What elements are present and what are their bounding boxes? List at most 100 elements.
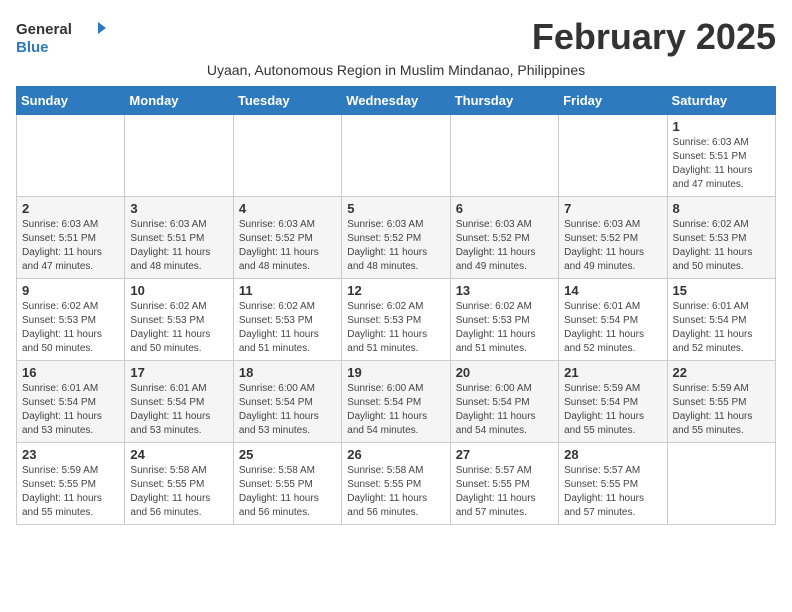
day-info: Sunrise: 6:00 AMSunset: 5:54 PMDaylight:…: [347, 382, 444, 438]
day-number: 15: [673, 283, 770, 298]
day-number: 4: [239, 201, 336, 216]
svg-text:Blue: Blue: [16, 39, 49, 56]
day-info: Sunrise: 5:59 AMSunset: 5:55 PMDaylight:…: [673, 382, 770, 438]
day-number: 8: [673, 201, 770, 216]
calendar-cell: 11 Sunrise: 6:02 AMSunset: 5:53 PMDaylig…: [233, 279, 341, 361]
day-number: 14: [564, 283, 661, 298]
day-info: Sunrise: 6:02 AMSunset: 5:53 PMDaylight:…: [130, 300, 227, 356]
calendar-cell: 25 Sunrise: 5:58 AMSunset: 5:55 PMDaylig…: [233, 443, 341, 525]
calendar-cell: 4 Sunrise: 6:03 AMSunset: 5:52 PMDayligh…: [233, 197, 341, 279]
weekday-header-monday: Monday: [125, 87, 233, 115]
calendar-week-row: 23 Sunrise: 5:59 AMSunset: 5:55 PMDaylig…: [17, 443, 776, 525]
day-info: Sunrise: 6:02 AMSunset: 5:53 PMDaylight:…: [239, 300, 336, 356]
weekday-header-friday: Friday: [559, 87, 667, 115]
calendar-cell: 9 Sunrise: 6:02 AMSunset: 5:53 PMDayligh…: [17, 279, 125, 361]
day-number: 23: [22, 447, 119, 462]
calendar-week-row: 16 Sunrise: 6:01 AMSunset: 5:54 PMDaylig…: [17, 361, 776, 443]
calendar-cell: 5 Sunrise: 6:03 AMSunset: 5:52 PMDayligh…: [342, 197, 450, 279]
calendar-cell: [125, 115, 233, 197]
day-number: 17: [130, 365, 227, 380]
day-info: Sunrise: 6:03 AMSunset: 5:52 PMDaylight:…: [456, 218, 553, 274]
day-info: Sunrise: 5:57 AMSunset: 5:55 PMDaylight:…: [564, 464, 661, 520]
weekday-header-sunday: Sunday: [17, 87, 125, 115]
day-number: 21: [564, 365, 661, 380]
calendar-cell: 8 Sunrise: 6:02 AMSunset: 5:53 PMDayligh…: [667, 197, 775, 279]
location-subtitle: Uyaan, Autonomous Region in Muslim Minda…: [16, 62, 776, 78]
day-number: 5: [347, 201, 444, 216]
calendar-cell: [233, 115, 341, 197]
calendar-week-row: 1 Sunrise: 6:03 AMSunset: 5:51 PMDayligh…: [17, 115, 776, 197]
weekday-header-thursday: Thursday: [450, 87, 558, 115]
calendar-cell: [450, 115, 558, 197]
calendar-cell: 14 Sunrise: 6:01 AMSunset: 5:54 PMDaylig…: [559, 279, 667, 361]
svg-text:General: General: [16, 21, 72, 38]
day-info: Sunrise: 6:00 AMSunset: 5:54 PMDaylight:…: [239, 382, 336, 438]
weekday-header-wednesday: Wednesday: [342, 87, 450, 115]
day-number: 13: [456, 283, 553, 298]
day-number: 11: [239, 283, 336, 298]
calendar-cell: 1 Sunrise: 6:03 AMSunset: 5:51 PMDayligh…: [667, 115, 775, 197]
day-number: 22: [673, 365, 770, 380]
page-header: General Blue February 2025: [16, 16, 776, 58]
day-number: 3: [130, 201, 227, 216]
calendar-cell: 17 Sunrise: 6:01 AMSunset: 5:54 PMDaylig…: [125, 361, 233, 443]
calendar-cell: [559, 115, 667, 197]
calendar-cell: 21 Sunrise: 5:59 AMSunset: 5:54 PMDaylig…: [559, 361, 667, 443]
calendar-cell: 27 Sunrise: 5:57 AMSunset: 5:55 PMDaylig…: [450, 443, 558, 525]
day-number: 28: [564, 447, 661, 462]
day-number: 24: [130, 447, 227, 462]
day-info: Sunrise: 5:59 AMSunset: 5:55 PMDaylight:…: [22, 464, 119, 520]
day-info: Sunrise: 6:01 AMSunset: 5:54 PMDaylight:…: [130, 382, 227, 438]
day-info: Sunrise: 6:03 AMSunset: 5:51 PMDaylight:…: [22, 218, 119, 274]
day-info: Sunrise: 6:02 AMSunset: 5:53 PMDaylight:…: [673, 218, 770, 274]
day-number: 20: [456, 365, 553, 380]
calendar-cell: 6 Sunrise: 6:03 AMSunset: 5:52 PMDayligh…: [450, 197, 558, 279]
day-info: Sunrise: 5:58 AMSunset: 5:55 PMDaylight:…: [239, 464, 336, 520]
day-info: Sunrise: 5:58 AMSunset: 5:55 PMDaylight:…: [347, 464, 444, 520]
day-info: Sunrise: 6:03 AMSunset: 5:51 PMDaylight:…: [673, 136, 770, 192]
calendar-cell: 23 Sunrise: 5:59 AMSunset: 5:55 PMDaylig…: [17, 443, 125, 525]
day-info: Sunrise: 6:03 AMSunset: 5:51 PMDaylight:…: [130, 218, 227, 274]
day-info: Sunrise: 6:01 AMSunset: 5:54 PMDaylight:…: [673, 300, 770, 356]
calendar-cell: 7 Sunrise: 6:03 AMSunset: 5:52 PMDayligh…: [559, 197, 667, 279]
day-number: 6: [456, 201, 553, 216]
calendar-cell: 13 Sunrise: 6:02 AMSunset: 5:53 PMDaylig…: [450, 279, 558, 361]
calendar-cell: 20 Sunrise: 6:00 AMSunset: 5:54 PMDaylig…: [450, 361, 558, 443]
calendar-cell: 3 Sunrise: 6:03 AMSunset: 5:51 PMDayligh…: [125, 197, 233, 279]
calendar-cell: 26 Sunrise: 5:58 AMSunset: 5:55 PMDaylig…: [342, 443, 450, 525]
day-info: Sunrise: 6:03 AMSunset: 5:52 PMDaylight:…: [564, 218, 661, 274]
day-number: 16: [22, 365, 119, 380]
month-title: February 2025: [532, 16, 776, 58]
day-number: 18: [239, 365, 336, 380]
day-info: Sunrise: 6:02 AMSunset: 5:53 PMDaylight:…: [22, 300, 119, 356]
calendar-cell: 16 Sunrise: 6:01 AMSunset: 5:54 PMDaylig…: [17, 361, 125, 443]
calendar-cell: [17, 115, 125, 197]
calendar-cell: 12 Sunrise: 6:02 AMSunset: 5:53 PMDaylig…: [342, 279, 450, 361]
calendar-cell: 18 Sunrise: 6:00 AMSunset: 5:54 PMDaylig…: [233, 361, 341, 443]
calendar-week-row: 9 Sunrise: 6:02 AMSunset: 5:53 PMDayligh…: [17, 279, 776, 361]
day-info: Sunrise: 6:01 AMSunset: 5:54 PMDaylight:…: [22, 382, 119, 438]
weekday-header-row: SundayMondayTuesdayWednesdayThursdayFrid…: [17, 87, 776, 115]
day-info: Sunrise: 5:58 AMSunset: 5:55 PMDaylight:…: [130, 464, 227, 520]
calendar-cell: 22 Sunrise: 5:59 AMSunset: 5:55 PMDaylig…: [667, 361, 775, 443]
calendar-week-row: 2 Sunrise: 6:03 AMSunset: 5:51 PMDayligh…: [17, 197, 776, 279]
day-info: Sunrise: 6:03 AMSunset: 5:52 PMDaylight:…: [239, 218, 336, 274]
day-number: 19: [347, 365, 444, 380]
calendar-cell: 24 Sunrise: 5:58 AMSunset: 5:55 PMDaylig…: [125, 443, 233, 525]
day-info: Sunrise: 6:01 AMSunset: 5:54 PMDaylight:…: [564, 300, 661, 356]
day-number: 27: [456, 447, 553, 462]
day-number: 26: [347, 447, 444, 462]
day-number: 7: [564, 201, 661, 216]
calendar-cell: [667, 443, 775, 525]
day-number: 9: [22, 283, 119, 298]
day-info: Sunrise: 6:03 AMSunset: 5:52 PMDaylight:…: [347, 218, 444, 274]
calendar-cell: 2 Sunrise: 6:03 AMSunset: 5:51 PMDayligh…: [17, 197, 125, 279]
day-number: 12: [347, 283, 444, 298]
calendar-cell: 10 Sunrise: 6:02 AMSunset: 5:53 PMDaylig…: [125, 279, 233, 361]
day-info: Sunrise: 6:02 AMSunset: 5:53 PMDaylight:…: [347, 300, 444, 356]
logo: General Blue: [16, 16, 106, 56]
day-info: Sunrise: 6:00 AMSunset: 5:54 PMDaylight:…: [456, 382, 553, 438]
day-number: 10: [130, 283, 227, 298]
weekday-header-saturday: Saturday: [667, 87, 775, 115]
calendar-cell: 15 Sunrise: 6:01 AMSunset: 5:54 PMDaylig…: [667, 279, 775, 361]
